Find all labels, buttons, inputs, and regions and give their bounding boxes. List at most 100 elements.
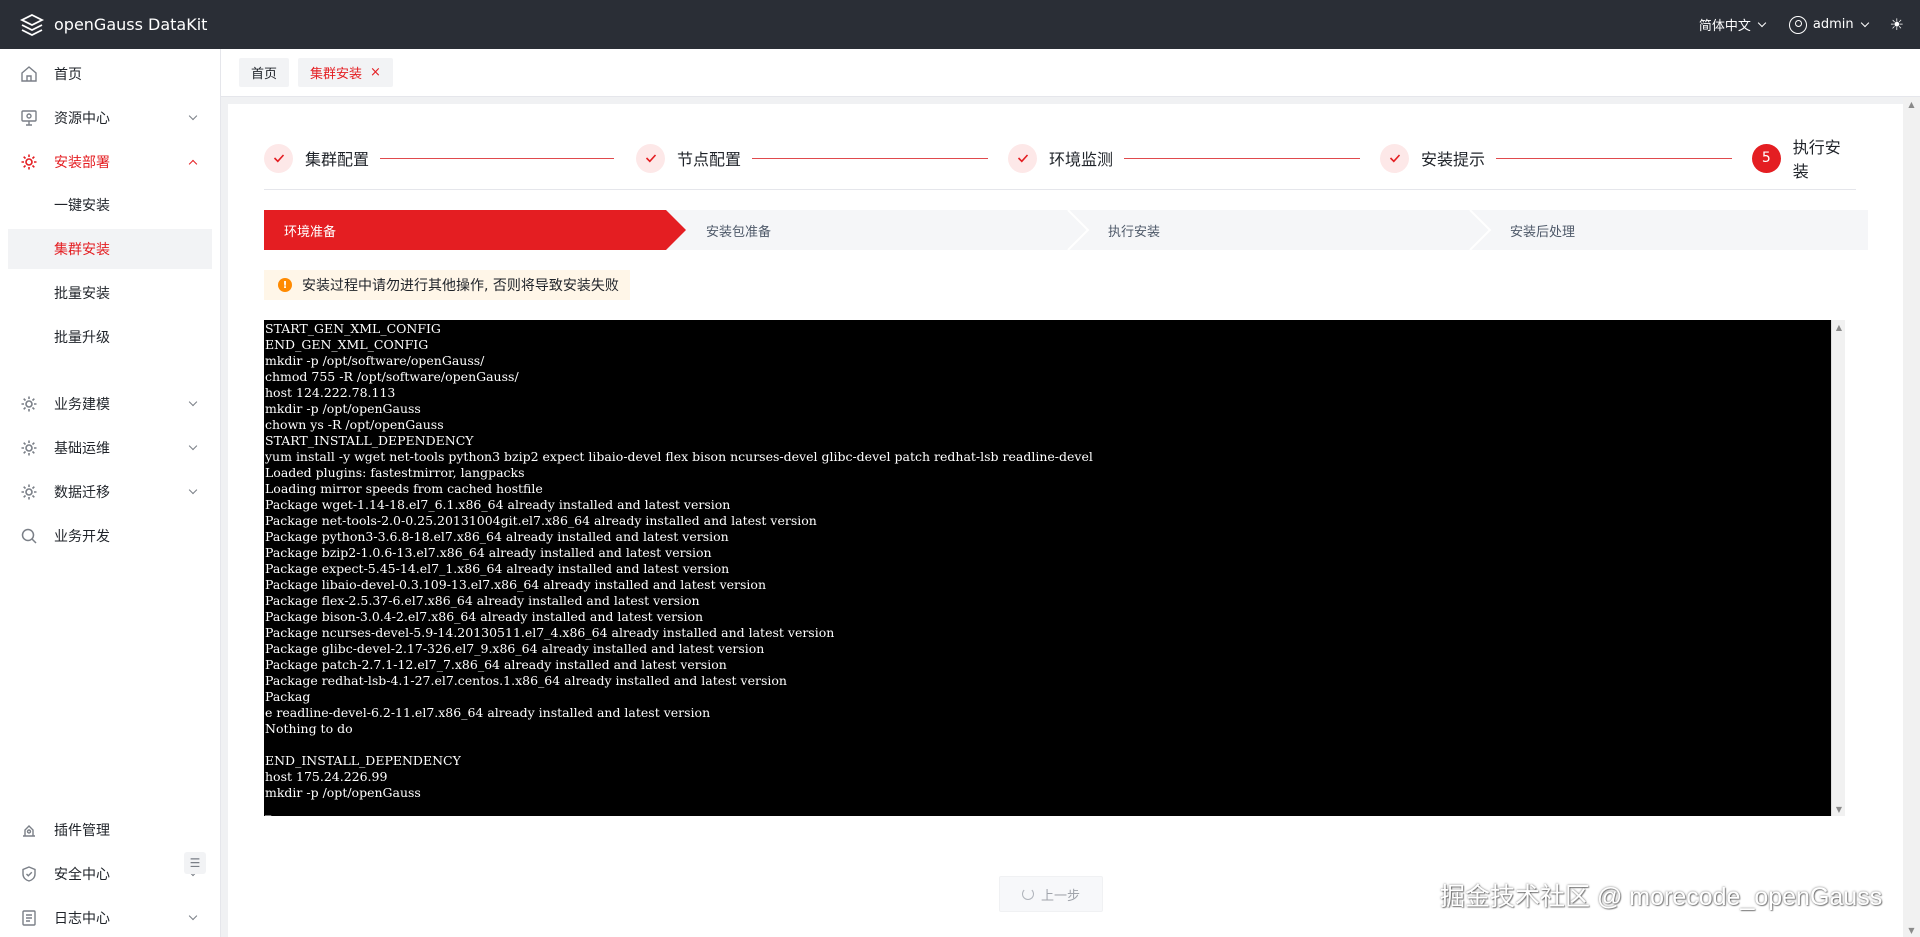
close-icon[interactable]: × — [370, 65, 381, 80]
terminal-line: END_GEN_XML_CONFIG — [265, 337, 429, 352]
terminal-line: host 124.222.78.113 — [265, 385, 396, 400]
terminal-line: mkdir -p /opt/software/openGauss/ — [265, 353, 485, 368]
step-cluster-config: 集群配置 — [264, 140, 369, 176]
sidebar-item-label: 日志中心 — [54, 911, 110, 927]
warning-text: 安装过程中请勿进行其他操作, 否则将导致安装失败 — [302, 278, 619, 294]
terminal-line: Package ncurses-devel-5.9-14.20130511.el… — [265, 625, 835, 640]
theme-toggle-icon[interactable]: ☀ — [1890, 15, 1904, 34]
terminal-line: yum install -y wget net-tools python3 bz… — [265, 449, 1093, 464]
terminal-line: chmod 755 -R /opt/software/openGauss/ — [265, 369, 519, 384]
sidebar-item-basic-ops[interactable]: 基础运维 — [0, 426, 221, 470]
terminal-line: mkdir -p /opt/openGauss — [265, 785, 421, 800]
step-number: 5 — [1752, 143, 1781, 173]
gear-icon — [20, 395, 38, 413]
layers-icon — [19, 13, 45, 36]
tab-label: 集群安装 — [310, 67, 363, 82]
substep-post-install: 安装后处理 — [1510, 210, 1575, 250]
terminal-output[interactable]: START_GEN_XML_CONFIG END_GEN_XML_CONFIG mk… — [264, 320, 1831, 816]
sidebar-subitem-batch-install[interactable]: 批量安装 — [8, 273, 212, 313]
terminal-line: START_GEN_XML_CONFIG — [265, 321, 441, 336]
install-substeps: 环境准备 安装包准备 执行安装 安装后处理 — [264, 210, 1868, 250]
warning-alert: ! 安装过程中请勿进行其他操作, 否则将导致安装失败 — [264, 270, 630, 300]
scroll-down-icon[interactable]: ▼ — [1903, 923, 1920, 937]
user-menu[interactable]: admin — [1788, 15, 1869, 34]
tab-bar: 首页 集群安装 × — [221, 49, 1920, 97]
sidebar-subitem-batch-upgrade[interactable]: 批量升级 — [8, 317, 212, 357]
sidebar-subitem-label: 批量安装 — [54, 286, 110, 302]
chevron-down-icon — [188, 441, 198, 451]
sidebar-item-home[interactable]: 首页 — [0, 52, 221, 96]
language-label: 简体中文 — [1698, 19, 1751, 34]
scroll-up-icon[interactable]: ▲ — [1903, 97, 1920, 111]
terminal-line: Package libaio-devel-0.3.109-13.el7.x86_… — [265, 577, 767, 592]
terminal-line: Package wget-1.14-18.el7_6.1.x86_64 alre… — [265, 497, 731, 512]
step-env-check: 环境监测 — [1008, 140, 1113, 176]
check-icon — [1008, 143, 1037, 173]
sidebar-item-business-dev[interactable]: 业务开发 — [0, 514, 221, 558]
terminal-line: Package python3-3.6.8-18.el7.x86_64 alre… — [265, 529, 729, 544]
search-icon — [20, 527, 38, 545]
terminal-line: Packag — [265, 689, 311, 704]
sidebar-item-install-deploy[interactable]: 安装部署 — [0, 140, 221, 184]
sidebar-item-label: 数据迁移 — [54, 485, 110, 501]
sidebar-subitem-label: 批量升级 — [54, 330, 110, 346]
language-selector[interactable]: 简体中文 — [1698, 15, 1767, 34]
sidebar: 首页 资源中心 安装部署 一键安装 集群安装 批量安装 批量升级 业务建模 基础… — [0, 49, 221, 937]
terminal-line: _ — [265, 801, 272, 816]
collapse-sidebar-icon[interactable]: ☰ — [184, 852, 206, 874]
sidebar-item-data-migration[interactable]: 数据迁移 — [0, 470, 221, 514]
sidebar-subitem-one-click-install[interactable]: 一键安装 — [8, 185, 212, 225]
app-logo[interactable]: openGauss DataKit — [19, 12, 207, 38]
step-connector — [1496, 158, 1732, 159]
sidebar-subitem-cluster-install[interactable]: 集群安装 — [8, 229, 212, 269]
sidebar-item-label: 插件管理 — [54, 823, 110, 839]
substep-execute-install: 执行安装 — [1108, 210, 1160, 250]
sidebar-item-log-center[interactable]: 日志中心 — [0, 896, 221, 937]
plugin-icon — [20, 821, 38, 839]
sidebar-item-resource-center[interactable]: 资源中心 — [0, 96, 221, 140]
sidebar-item-label: 业务开发 — [54, 529, 110, 545]
terminal-line: Package net-tools-2.0-0.25.20131004git.e… — [265, 513, 817, 528]
step-execute-install: 5 执行安装 — [1752, 138, 1856, 181]
terminal-line: Loading mirror speeds from cached hostfi… — [265, 481, 543, 496]
loading-icon — [1021, 888, 1034, 900]
step-label: 集群配置 — [305, 150, 370, 169]
page-scrollbar[interactable]: ▲ ▼ — [1903, 97, 1920, 937]
sidebar-item-plugin-management[interactable]: 插件管理 — [0, 808, 221, 852]
scroll-down-icon[interactable]: ▼ — [1832, 802, 1846, 816]
check-icon — [1380, 143, 1409, 173]
terminal-line: Package flex-2.5.37-6.el7.x86_64 already… — [265, 593, 700, 608]
warning-icon: ! — [278, 278, 292, 292]
step-label: 节点配置 — [677, 150, 742, 169]
watermark: 掘金技术社区 @ morecode_openGauss — [1440, 883, 1883, 911]
substep-label: 安装后处理 — [1510, 224, 1576, 240]
scroll-up-icon[interactable]: ▲ — [1832, 320, 1846, 334]
substep-package-prepare: 安装包准备 — [706, 210, 771, 250]
terminal-scrollbar[interactable]: ▲ ▼ — [1831, 320, 1845, 816]
sidebar-item-label: 安装部署 — [54, 155, 110, 171]
substep-env-prepare: 环境准备 — [284, 210, 336, 250]
step-node-config: 节点配置 — [636, 140, 741, 176]
tab-home[interactable]: 首页 — [239, 58, 290, 87]
terminal-line: Nothing to do — [265, 721, 353, 736]
sidebar-item-label: 安全中心 — [54, 867, 110, 883]
chevron-up-icon — [188, 159, 198, 168]
gear-icon — [20, 483, 38, 501]
terminal-line: Package glibc-devel-2.17-326.el7_9.x86_6… — [265, 641, 765, 656]
prev-step-button[interactable]: 上一步 — [999, 876, 1103, 912]
step-connector — [752, 158, 988, 159]
check-icon — [636, 143, 665, 173]
chevron-down-icon — [188, 485, 198, 495]
substeps-background — [264, 210, 1868, 250]
step-label: 执行安装 — [1792, 138, 1841, 181]
terminal-line: Package redhat-lsb-4.1-27.el7.centos.1.x… — [265, 673, 787, 688]
user-name: admin — [1812, 17, 1854, 32]
app-title: openGauss DataKit — [54, 15, 208, 34]
terminal-line: chown ys -R /opt/openGauss — [265, 417, 444, 432]
tab-cluster-install[interactable]: 集群安装 × — [298, 58, 393, 87]
terminal-line: mkdir -p /opt/openGauss — [265, 401, 421, 416]
top-bar: openGauss DataKit 简体中文 admin ☀ — [0, 0, 1920, 49]
sidebar-item-label: 首页 — [54, 67, 82, 83]
sidebar-item-business-modeling[interactable]: 业务建模 — [0, 382, 221, 426]
